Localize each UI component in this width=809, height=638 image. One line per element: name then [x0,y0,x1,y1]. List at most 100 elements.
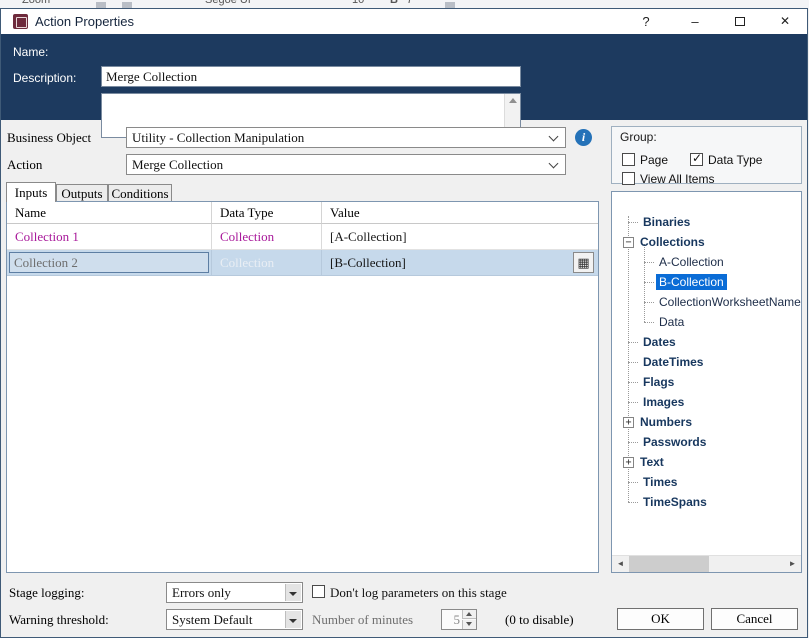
maximize-icon [735,17,745,26]
tree-item-binaries[interactable]: Binaries [612,212,693,232]
window-title: Action Properties [35,14,134,29]
check-icon: ✓ [692,151,703,165]
checkbox-box[interactable]: ✓ [622,153,635,166]
chevron-down-icon [548,131,559,142]
checkbox-box[interactable]: ✓ [690,151,703,166]
minimize-icon: – [691,14,699,29]
tree-connector [628,441,638,443]
toolbar-font-name: Segoe UI [205,0,251,6]
grid-icon: ▦ [577,255,590,270]
inputs-table: Name Data Type Value Collection 1 Collec… [6,201,599,573]
header-band: Name: Description: [1,34,807,138]
italic-icon: I [408,0,412,6]
tab-outputs[interactable]: Outputs [56,184,108,202]
tree-item-b-collection[interactable]: B-Collection [612,272,727,292]
minutes-spinner[interactable]: 5 [441,609,477,630]
stage-logging-dropdown[interactable]: Errors only [166,582,303,603]
tree-item-label: Dates [643,335,676,349]
checkbox-box[interactable]: ✓ [622,172,635,185]
info-icon[interactable]: i [575,129,592,146]
screen: Zoom Segoe UI 10 B I Action Properties ?… [0,0,809,638]
cell-value[interactable]: [A-Collection] [322,224,598,250]
checkbox-box[interactable]: ✓ [312,585,325,598]
ok-button[interactable]: OK [617,608,704,630]
tree-item-a-collection[interactable]: A-Collection [612,252,727,272]
tab-inputs[interactable]: Inputs [6,182,56,202]
maximize-button[interactable] [725,9,755,34]
minimize-button[interactable]: – [680,9,710,34]
business-object-dropdown[interactable]: Utility - Collection Manipulation [126,127,566,148]
disable-hint: (0 to disable) [505,612,574,627]
tree-item-passwords[interactable]: Passwords [612,432,709,452]
tree-connector [628,361,638,363]
tree-item-label: DateTimes [643,355,704,369]
cell-value[interactable]: [B-Collection] [322,250,598,276]
spin-down-button[interactable] [462,620,476,629]
tree-item-datetimes[interactable]: DateTimes [612,352,706,372]
tree-item-label: Flags [643,375,675,389]
data-items-tree: Binaries − Collections A-Collection B-Collec… [611,191,802,573]
tree-item-timespans[interactable]: TimeSpans [612,492,710,512]
action-properties-dialog: Action Properties ? – ✕ Name: Descriptio… [0,8,808,638]
value-editor-button[interactable]: ▦ [573,252,594,273]
tree-item-label: Numbers [640,415,693,429]
group-label: Group: [620,130,657,144]
name-edit-box[interactable]: Collection 2 [9,252,209,273]
name-input[interactable] [101,66,521,87]
tree-horizontal-scrollbar[interactable]: ◄ ► [612,555,801,572]
tree-expander-plus-icon[interactable]: + [623,416,634,428]
table-row-collection-1[interactable]: Collection 1 Collection [A-Collection] [7,224,598,250]
cell-name[interactable]: Collection 1 [7,224,212,250]
scroll-right-icon[interactable]: ► [784,556,801,572]
dropdown-button[interactable] [285,584,301,601]
checkbox-label: View All Items [640,172,715,186]
tree-item-dates[interactable]: Dates [612,332,679,352]
cell-name[interactable]: Collection 2 [7,250,212,276]
chevron-down-icon [548,158,559,169]
action-dropdown[interactable]: Merge Collection [126,154,566,175]
cancel-button[interactable]: Cancel [711,608,798,630]
warning-threshold-label: Warning threshold: [9,612,109,627]
tree-item-collections[interactable]: − Collections [612,232,708,252]
warning-threshold-value: System Default [172,611,253,627]
business-object-label: Business Object [7,130,92,145]
tree-item-times[interactable]: Times [612,472,680,492]
tab-conditions[interactable]: Conditions [108,184,172,202]
scrollbar-thumb[interactable] [629,556,709,572]
title-bar[interactable]: Action Properties ? – ✕ [1,9,807,34]
cell-data-type[interactable]: Collection [212,250,322,276]
tree-expander-plus-icon[interactable]: + [623,456,634,468]
scroll-up-icon[interactable] [509,98,517,103]
close-button[interactable]: ✕ [770,9,800,34]
tree-item-label: A-Collection [659,255,724,269]
number-of-minutes-label: Number of minutes [312,612,414,627]
help-button[interactable]: ? [631,9,661,34]
tree-item-flags[interactable]: Flags [612,372,677,392]
tree-item-data[interactable]: Data [612,312,687,332]
column-header-name[interactable]: Name [7,202,212,224]
tree-connector [628,221,638,223]
checkbox-label: Page [640,153,669,167]
cell-data-type[interactable]: Collection [212,224,322,250]
toolbar-zoom-label: Zoom [22,0,51,6]
column-header-data-type[interactable]: Data Type [212,202,322,224]
table-row-collection-2[interactable]: Collection 2 Collection [B-Collection] ▦ [7,250,598,276]
spin-up-button[interactable] [462,610,476,619]
group-panel: Group: ✓ Page ✓ Data Type ✓ View All Ite… [611,126,802,186]
tree-expander-minus-icon[interactable]: − [623,236,634,248]
tree-connector [644,321,654,323]
tree-connector [628,501,638,503]
scroll-left-icon[interactable]: ◄ [612,556,629,572]
tree-item-collectionworksheetname[interactable]: CollectionWorksheetName [612,292,801,312]
tree-item-text[interactable]: + Text [612,452,667,472]
dropdown-button[interactable] [285,611,301,628]
toolbar-font-size: 10 [352,0,365,6]
checkbox-label: Don't log parameters on this stage [330,585,507,600]
tree-item-label: TimeSpans [643,495,707,509]
stage-logging-value: Errors only [172,584,231,600]
tree-item-numbers[interactable]: + Numbers [612,412,695,432]
close-icon: ✕ [779,14,791,28]
column-header-value[interactable]: Value [322,202,598,224]
warning-threshold-dropdown[interactable]: System Default [166,609,303,630]
tree-item-images[interactable]: Images [612,392,687,412]
